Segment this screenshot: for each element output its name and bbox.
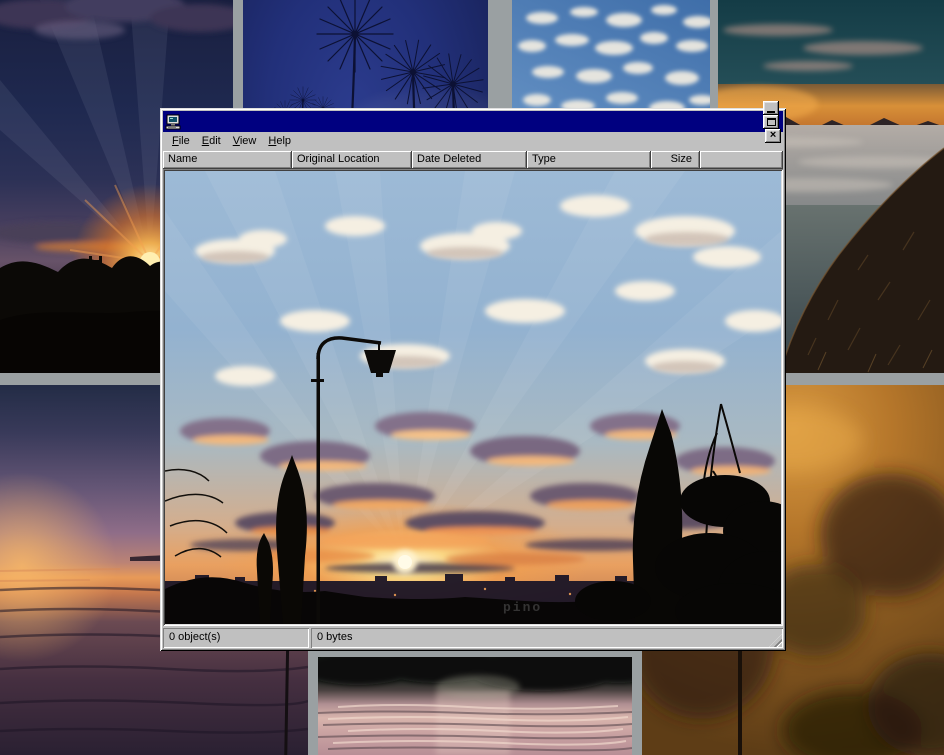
menu-edit[interactable]: Edit — [196, 133, 227, 150]
sunset-photo: pino — [165, 171, 781, 624]
status-objects: 0 object(s) — [163, 628, 309, 648]
window-titlebar[interactable]: × — [163, 111, 783, 132]
menu-file[interactable]: File — [166, 133, 196, 150]
column-header-date-deleted[interactable]: Date Deleted — [412, 151, 527, 169]
column-header-size[interactable]: Size — [651, 151, 700, 169]
wallpaper-water-reflection-photo — [318, 657, 632, 755]
column-header-original-location[interactable]: Original Location — [292, 151, 412, 169]
status-bytes: 0 bytes — [311, 628, 783, 648]
menu-view[interactable]: View — [227, 133, 263, 150]
maximize-button[interactable] — [763, 115, 779, 129]
file-list-area[interactable]: pino — [163, 169, 783, 626]
photo-watermark: pino — [503, 600, 542, 615]
status-bar: 0 object(s) 0 bytes — [163, 628, 783, 648]
minimize-button[interactable] — [763, 101, 779, 115]
recycle-bin-window: × File Edit View Help Name Original Loca… — [160, 108, 786, 651]
minimize-icon — [767, 111, 775, 113]
window-controls: × — [763, 101, 781, 143]
computer-icon[interactable] — [165, 114, 181, 130]
close-icon: × — [770, 131, 777, 141]
column-header-name[interactable]: Name — [163, 151, 292, 169]
column-header-row: Name Original Location Date Deleted Type… — [163, 151, 783, 169]
desktop: × File Edit View Help Name Original Loca… — [0, 0, 944, 755]
menu-help[interactable]: Help — [262, 133, 297, 150]
menu-bar: File Edit View Help — [163, 132, 783, 151]
column-header-type[interactable]: Type — [527, 151, 651, 169]
maximize-icon — [767, 118, 776, 126]
close-button[interactable]: × — [765, 129, 781, 143]
column-header-filler — [700, 151, 783, 169]
